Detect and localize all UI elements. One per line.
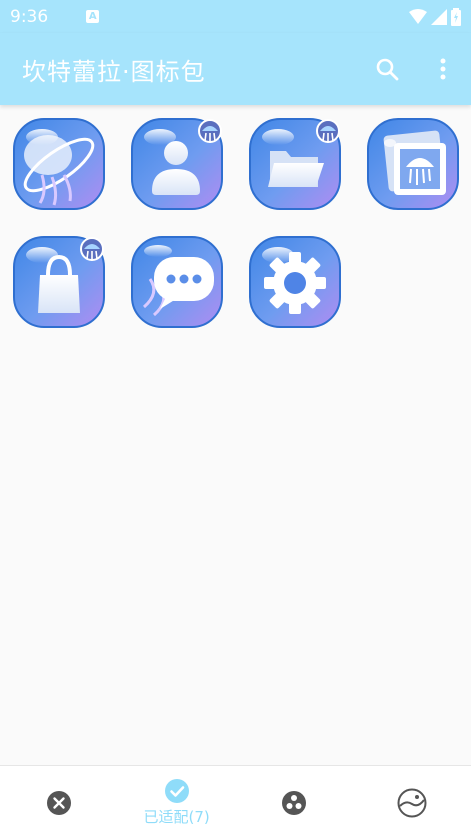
icon-tile[interactable]: [130, 117, 224, 211]
contacts-icon: [131, 118, 223, 210]
jellyfish-badge-icon: [80, 237, 104, 261]
adapted-tab[interactable]: 已适配(7): [118, 766, 236, 839]
signal-icon: [431, 8, 447, 25]
settings-gear-icon: [249, 236, 341, 328]
more-vert-icon: [440, 58, 446, 80]
icon-tile[interactable]: [130, 235, 224, 329]
status-time: 9:36: [10, 6, 49, 27]
app-bar: 坎特蕾拉·图标包: [0, 33, 471, 105]
file-manager-icon: [249, 118, 341, 210]
icon-tile[interactable]: [248, 235, 342, 329]
themes-tab[interactable]: [236, 766, 354, 839]
dots-circle-icon: [282, 790, 307, 815]
gallery-jellyfish-icon: [367, 118, 459, 210]
close-circle-icon: [46, 790, 71, 815]
status-icons: [409, 7, 461, 26]
browser-jellyfish-icon: [13, 118, 105, 210]
wifi-icon: [409, 8, 427, 24]
icon-tile[interactable]: [248, 117, 342, 211]
icon-tile[interactable]: [12, 117, 106, 211]
jellyfish-badge-icon: [198, 119, 222, 143]
icon-tile[interactable]: [366, 117, 460, 211]
store-bag-icon: [13, 236, 105, 328]
jellyfish-badge-icon: [316, 119, 340, 143]
unadapted-tab[interactable]: [0, 766, 118, 839]
nav-label-adapted: 已适配(7): [143, 808, 210, 826]
check-circle-icon: [164, 779, 189, 803]
app-actions: [359, 41, 471, 97]
bottom-navigation: 已适配(7): [0, 765, 471, 839]
wallpaper-tab[interactable]: [353, 766, 471, 839]
status-bar: 9:36 A: [0, 0, 471, 33]
messages-icon: [131, 236, 223, 328]
battery-icon: [451, 7, 461, 26]
app-title: 坎特蕾拉·图标包: [22, 57, 206, 86]
more-options-button[interactable]: [415, 41, 471, 97]
wallpaper-circle-icon: [397, 788, 427, 817]
search-icon: [376, 58, 399, 81]
notification-indicator: A: [86, 10, 100, 23]
search-button[interactable]: [359, 41, 415, 97]
icon-tile[interactable]: [12, 235, 106, 329]
